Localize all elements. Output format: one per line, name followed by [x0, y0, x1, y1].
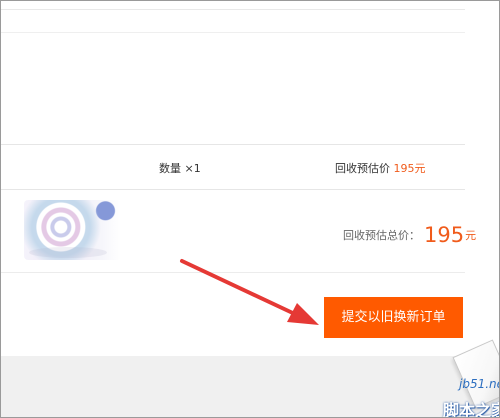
screenshot-frame: 数量 ×1 回收预估价 195元 回收预估总价： 195元 提交以旧换新订单 jb…: [0, 0, 500, 418]
top-section: [1, 1, 465, 145]
footer-band: [1, 356, 499, 417]
recycle-estimate-value: 195元: [393, 162, 426, 175]
submit-trade-in-order-button[interactable]: 提交以旧换新订单: [324, 297, 463, 338]
recycle-estimate-label: 回收预估价 195元: [335, 160, 426, 176]
recycle-total-label: 回收预估总价：: [343, 229, 420, 242]
recycle-total-amount: 195: [424, 223, 465, 247]
order-item-row: 回收预估总价： 195元: [1, 190, 476, 273]
recycle-estimate-label-text: 回收预估价: [335, 162, 390, 175]
watermark-site-name: 脚本之家: [443, 401, 499, 418]
product-thumbnail-shadow: [29, 247, 107, 258]
order-header-row: 数量 ×1 回收预估价 195元: [1, 145, 465, 190]
top-divider: [1, 9, 465, 10]
recycle-total: 回收预估总价： 195元: [343, 223, 476, 247]
quantity-label: 数量 ×1: [159, 162, 201, 175]
top-divider-secondary: [1, 32, 465, 33]
corner-watermark: jb51.net 脚本之家: [441, 334, 499, 418]
watermark-url: jb51.net: [459, 377, 499, 391]
recycle-total-unit: 元: [465, 229, 477, 242]
action-row: 提交以旧换新订单: [1, 273, 465, 355]
